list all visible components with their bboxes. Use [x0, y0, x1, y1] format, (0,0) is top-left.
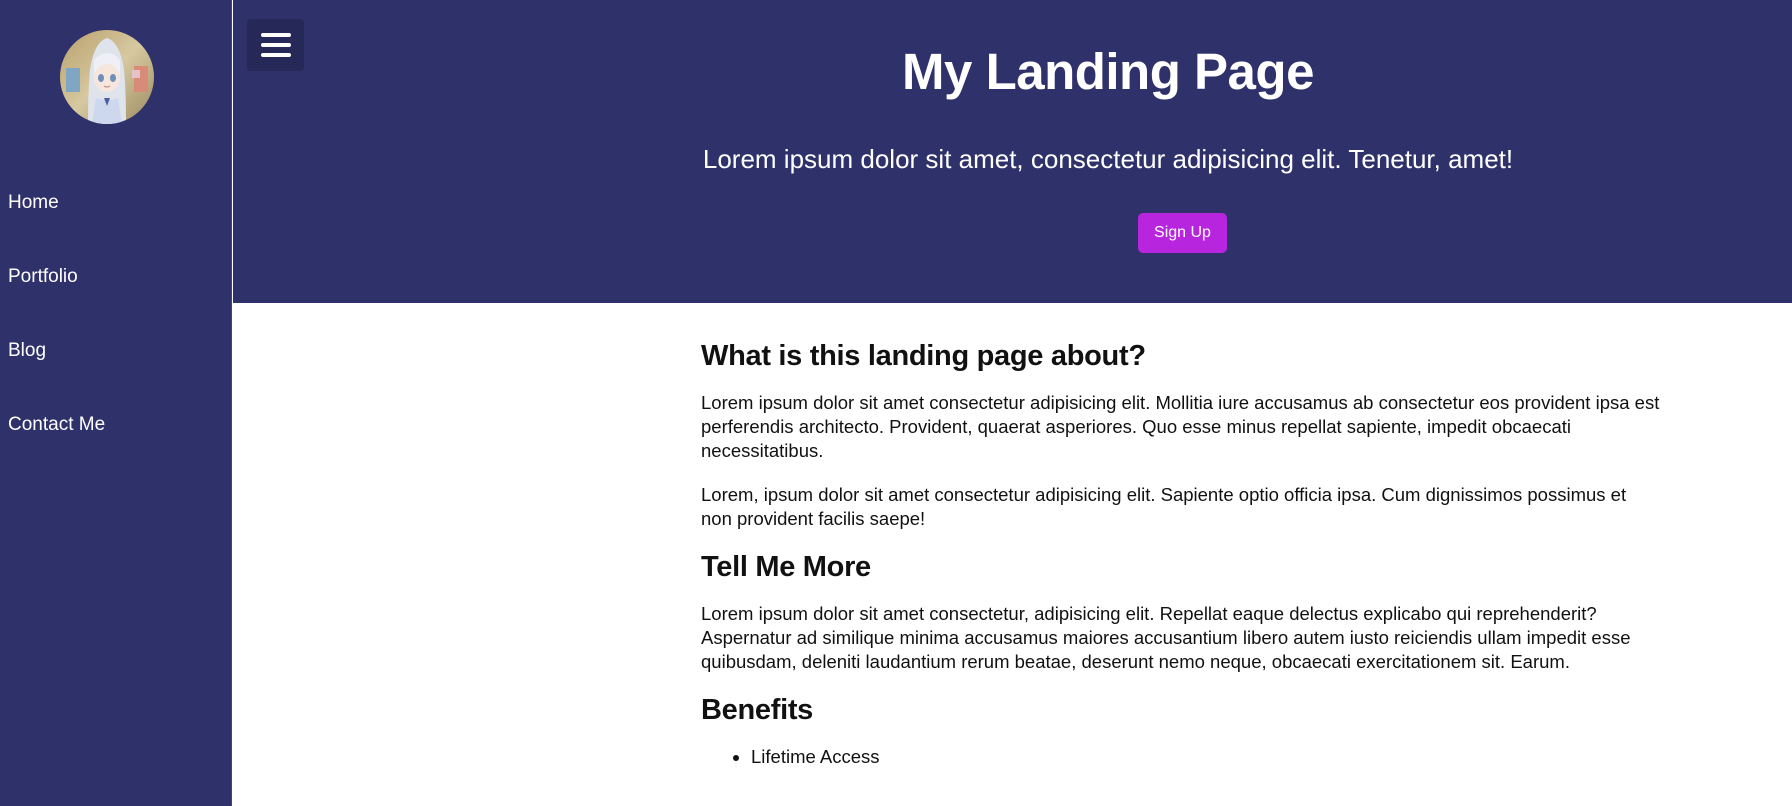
sidebar: Home Portfolio Blog Contact Me — [0, 0, 232, 806]
section-heading-benefits: Benefits — [701, 694, 814, 726]
avatar-image — [60, 30, 154, 124]
sidebar-item-portfolio[interactable]: Portfolio — [0, 257, 232, 331]
hamburger-bar — [261, 33, 291, 37]
list-item: Lifetime Access — [751, 745, 1661, 769]
about-paragraph-2: Lorem, ipsum dolor sit amet consectetur … — [701, 484, 1627, 529]
page-title: My Landing Page — [902, 43, 1314, 100]
about-paragraph-1: Lorem ipsum dolor sit amet consectetur a… — [701, 392, 1660, 461]
section-heading-tell-me-more: Tell Me More — [701, 551, 871, 583]
main-content: What is this landing page about? Lorem i… — [701, 340, 1661, 769]
avatar[interactable] — [60, 30, 154, 124]
hero-subtitle: Lorem ipsum dolor sit amet, consectetur … — [702, 144, 1514, 174]
benefits-list: Lifetime Access — [701, 745, 1661, 769]
hero-header: My Landing Page Lorem ipsum dolor sit am… — [233, 0, 1792, 303]
sidebar-item-contact-me[interactable]: Contact Me — [0, 405, 232, 479]
section-heading-about: What is this landing page about? — [701, 340, 1146, 372]
sign-up-button[interactable]: Sign Up — [1138, 213, 1227, 253]
tell-me-more-paragraph: Lorem ipsum dolor sit amet consectetur, … — [701, 603, 1631, 672]
sidebar-item-blog[interactable]: Blog — [0, 331, 232, 405]
sidebar-item-home[interactable]: Home — [0, 183, 232, 257]
sidebar-nav: Home Portfolio Blog Contact Me — [0, 183, 232, 479]
